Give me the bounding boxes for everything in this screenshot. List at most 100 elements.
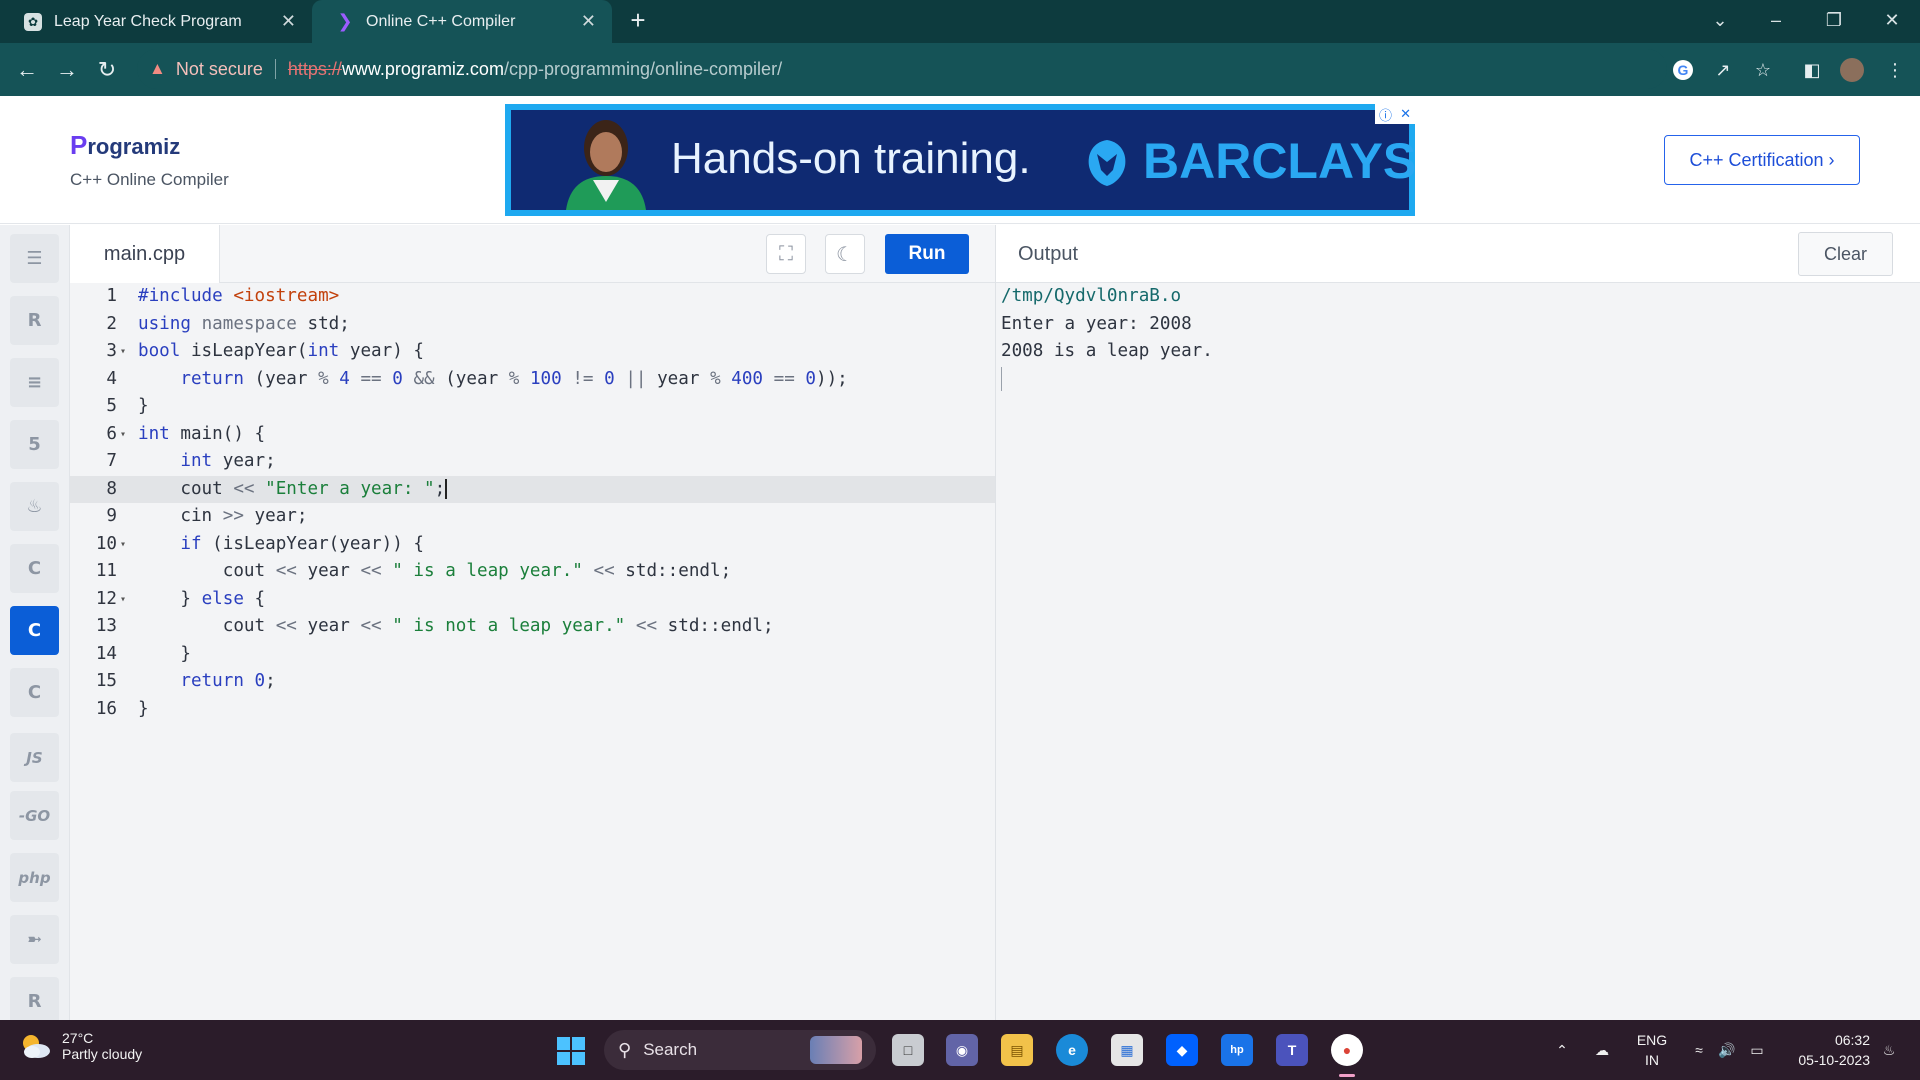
search-highlight-image (810, 1036, 862, 1064)
weather-temp: 27°C (62, 1030, 94, 1046)
sql-database-icon[interactable]: ≡ (10, 358, 59, 407)
windows-start-icon[interactable] (556, 1036, 586, 1066)
code-line: 10 ▾ if (isLeapYear(year)) { (70, 531, 995, 559)
search-icon: ⚲ (618, 1039, 632, 1060)
fold-arrow-icon[interactable]: ▾ (120, 531, 126, 559)
java-icon[interactable]: ♨ (10, 482, 59, 531)
ad-banner[interactable]: Hands-on training. BARCLAYS ⓘ ✕ (505, 104, 1417, 216)
clear-button[interactable]: Clear (1798, 232, 1893, 276)
fullscreen-icon[interactable]: ⛶ (766, 234, 806, 274)
fold-arrow-icon[interactable]: ▾ (120, 338, 126, 366)
onedrive-off-icon[interactable]: ☁ (1588, 1020, 1616, 1080)
url-path: /cpp-programming/online-compiler/ (503, 58, 783, 79)
php-icon[interactable]: php (10, 853, 59, 902)
battery-icon[interactable]: ▭ (1744, 1020, 1770, 1080)
page-header: Programiz C++ Online Compiler Hands-on t… (0, 96, 1920, 224)
ad-person-image (551, 110, 661, 210)
notification-bell-icon[interactable]: ♨ (1876, 1020, 1902, 1080)
edge-browser-icon[interactable]: e (1056, 1034, 1088, 1066)
output-line: /tmp/Qydvl0nraB.o (1001, 286, 1182, 306)
ad-info-icon[interactable]: ⓘ (1379, 105, 1392, 124)
code-line: 13 cout << year << " is not a leap year.… (95, 616, 774, 636)
cpp-certification-button[interactable]: C++ Certification › (1664, 135, 1860, 185)
weather-widget[interactable]: 27°C Partly cloudy (18, 1030, 142, 1062)
fold-arrow-icon[interactable]: ▾ (120, 421, 126, 449)
tab-online-compiler[interactable]: ❯ Online C++ Compiler ✕ (312, 0, 612, 43)
profile-avatar[interactable] (1840, 58, 1864, 82)
run-button[interactable]: Run (885, 234, 969, 274)
minimize-button[interactable]: – (1748, 0, 1804, 40)
fold-arrow-icon[interactable]: ▾ (120, 586, 126, 614)
restore-button[interactable]: ❐ (1806, 0, 1862, 40)
close-tab-icon[interactable]: ✕ (581, 11, 596, 32)
python-icon[interactable]: ☰ (10, 234, 59, 283)
address-bar[interactable]: ▲ Not secure https://www.programiz.com/c… (137, 49, 1667, 89)
language-indicator[interactable]: ENG IN (1630, 1030, 1674, 1070)
code-line: 14 } (95, 643, 191, 664)
code-editor[interactable]: 1 #include <iostream> 2 using namespace st… (70, 283, 995, 1020)
code-line: 6 ▾ int main() { (70, 421, 995, 449)
go-icon[interactable]: -GO (10, 791, 59, 840)
wifi-icon[interactable]: ≈ (1686, 1020, 1712, 1080)
microsoft-store-icon[interactable]: ▦ (1111, 1034, 1143, 1066)
myhp-icon[interactable]: hp (1221, 1034, 1253, 1066)
back-arrow-icon[interactable]: ← (12, 55, 42, 85)
console-cursor (1001, 367, 1002, 391)
url-scheme: https:// (287, 58, 342, 79)
ad-choices[interactable]: ⓘ ✕ (1375, 104, 1415, 124)
close-tab-icon[interactable]: ✕ (281, 11, 296, 32)
reload-icon[interactable]: ↻ (92, 55, 122, 85)
code-line: 3 ▾ bool isLeapYear(int year) { (70, 338, 995, 366)
html5-icon[interactable]: 5 (10, 420, 59, 469)
tab-search-chevron-icon[interactable]: ⌄ (1692, 0, 1748, 40)
editor-header: main.cpp ⛶ ☾ Run (70, 225, 995, 283)
file-tab-main-cpp[interactable]: main.cpp (70, 225, 220, 283)
browser-tabstrip: ✿ Leap Year Check Program ✕ ❯ Online C++… (0, 0, 1920, 43)
active-app-indicator (1339, 1074, 1355, 1077)
code-line: 2 using namespace std; (106, 313, 350, 334)
volume-icon[interactable]: 🔊 (1714, 1020, 1740, 1080)
system-clock[interactable]: 06:32 05-10-2023 (1780, 1030, 1870, 1070)
rust-icon[interactable]: R (10, 977, 59, 1026)
chrome-icon[interactable]: ● (1331, 1034, 1363, 1066)
swift-icon[interactable]: ➼ (10, 915, 59, 964)
c-language-icon[interactable]: C (10, 544, 59, 593)
output-header: Output Clear (996, 225, 1920, 283)
warning-icon: ▲ (149, 59, 166, 78)
partly-cloudy-icon (23, 1035, 50, 1058)
code-line: 7 int year; (106, 451, 276, 471)
taskbar-search[interactable]: ⚲ Search (604, 1030, 876, 1070)
code-line: 1 #include <iostream> (106, 286, 340, 306)
cpp-language-icon[interactable]: C (10, 606, 59, 655)
csharp-icon[interactable]: C (10, 668, 59, 717)
teams-chat-icon[interactable]: ◉ (946, 1034, 978, 1066)
file-explorer-icon[interactable]: ▤ (1001, 1034, 1033, 1066)
task-view-icon[interactable]: □ (892, 1034, 924, 1066)
teams-icon[interactable]: T (1276, 1034, 1308, 1066)
forward-arrow-icon[interactable]: → (52, 55, 82, 85)
programiz-logo[interactable]: Programiz (70, 130, 180, 161)
browser-toolbar: ← → ↻ ▲ Not secure https://www.programiz… (0, 43, 1920, 96)
new-tab-button[interactable]: + (624, 6, 652, 34)
code-line-active: 8 cout << "Enter a year: "; (70, 475, 995, 503)
bookmark-star-icon[interactable]: ☆ (1748, 55, 1778, 85)
javascript-icon[interactable]: JS (10, 733, 59, 782)
code-line: 9 cin >> year; (106, 506, 308, 526)
tab-leap-year[interactable]: ✿ Leap Year Check Program ✕ (0, 0, 312, 43)
security-label[interactable]: Not secure (176, 59, 263, 80)
ad-close-icon[interactable]: ✕ (1400, 106, 1411, 122)
output-console[interactable]: /tmp/Qydvl0nraB.o Enter a year: 2008 200… (996, 283, 1920, 1020)
tab-title: Online C++ Compiler (366, 12, 516, 30)
ad-headline: Hands-on training. (671, 134, 1031, 183)
google-icon[interactable]: G (1673, 60, 1693, 80)
output-line: 2008 is a leap year. (1001, 341, 1213, 361)
r-language-icon[interactable]: R (10, 296, 59, 345)
dark-mode-moon-icon[interactable]: ☾ (825, 234, 865, 274)
share-icon[interactable]: ↗ (1708, 55, 1738, 85)
dropbox-icon[interactable]: ◆ (1166, 1034, 1198, 1066)
ad-brand: BARCLAYS (1143, 133, 1417, 189)
side-panel-icon[interactable]: ◧ (1797, 55, 1827, 85)
close-window-button[interactable]: ✕ (1864, 0, 1920, 40)
tray-overflow-chevron-icon[interactable]: ⌃ (1550, 1020, 1574, 1080)
more-menu-icon[interactable]: ⋮ (1880, 55, 1910, 85)
